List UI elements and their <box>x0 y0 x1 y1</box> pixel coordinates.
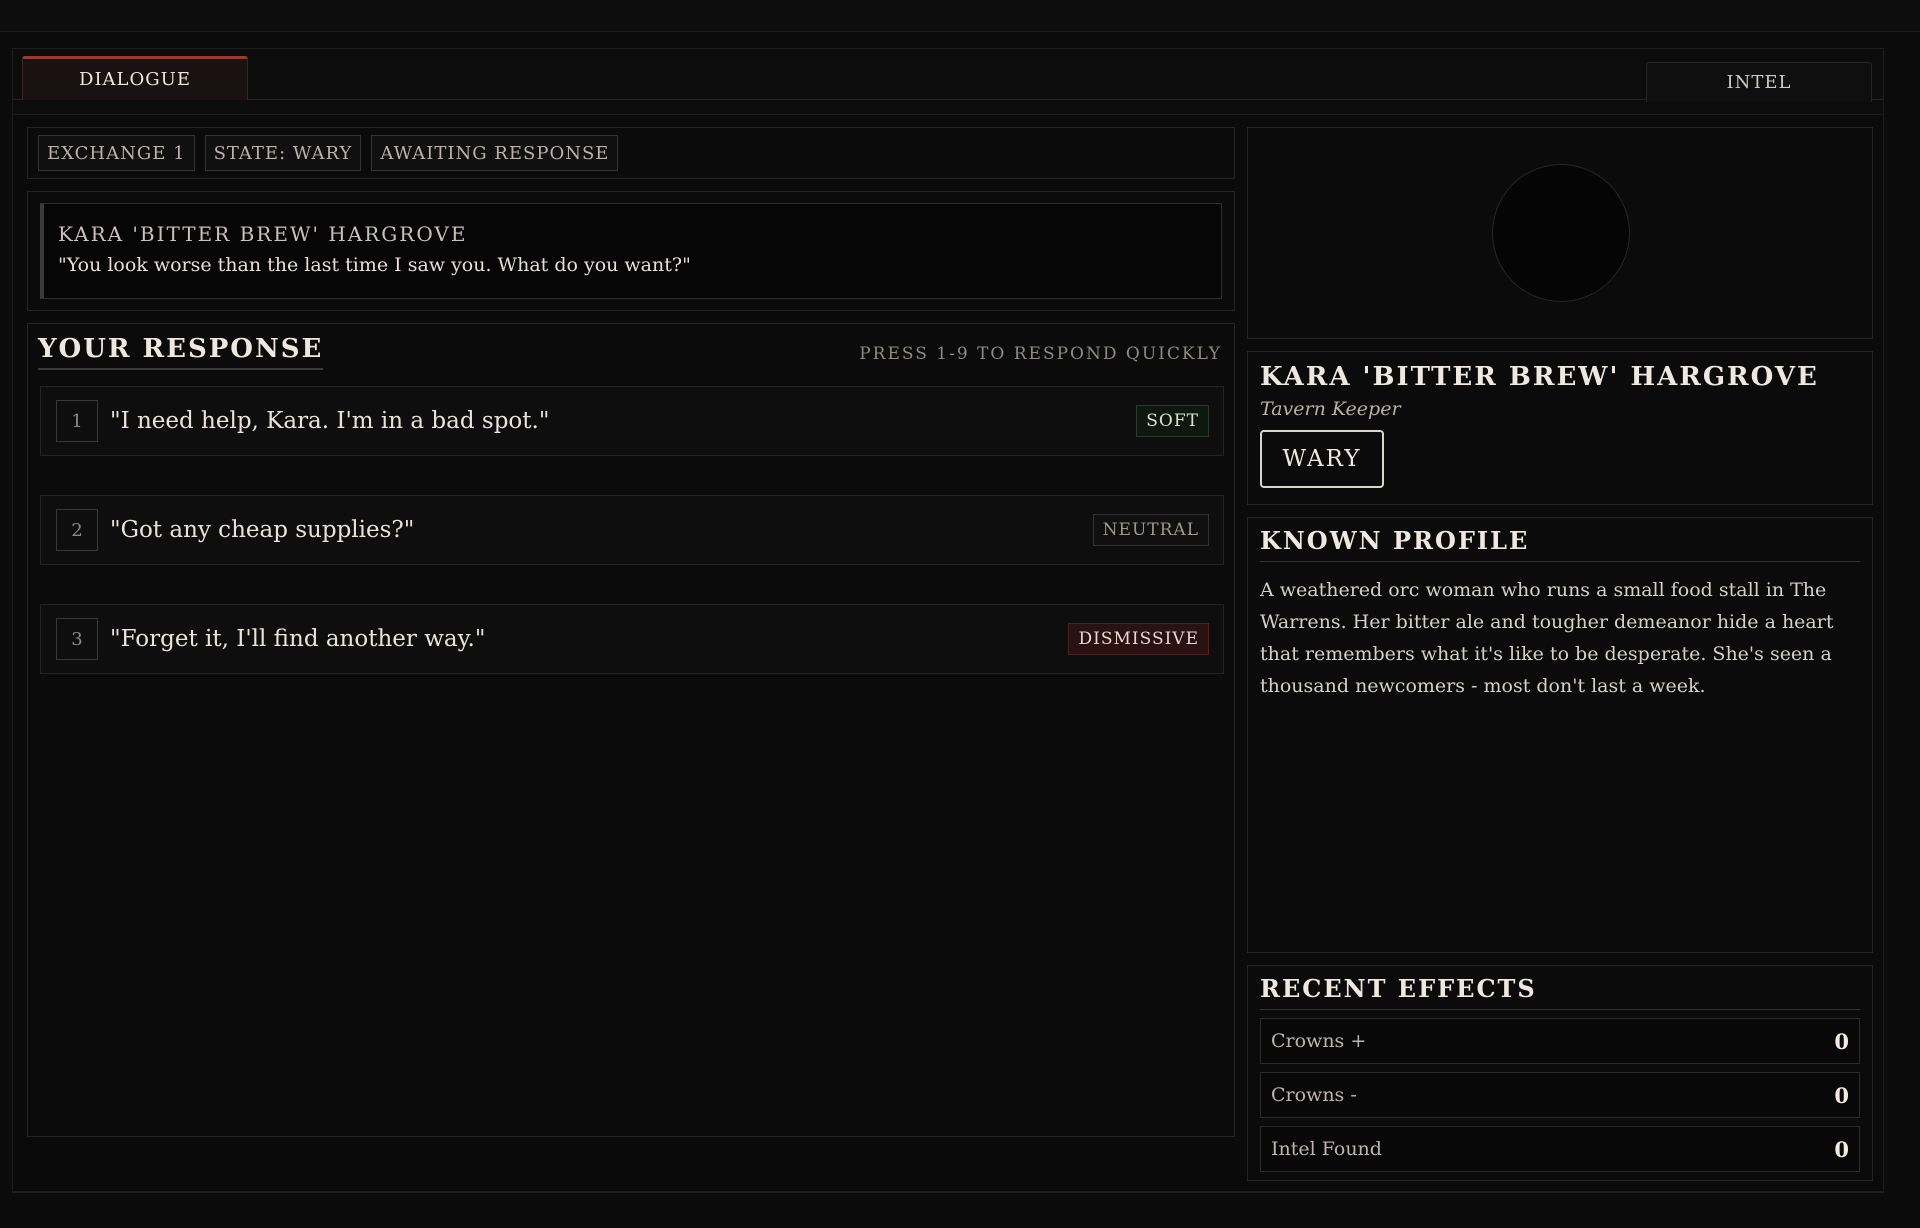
response-title: YOUR RESPONSE <box>38 334 324 370</box>
speaker-name: KARA 'BITTER BREW' HARGROVE <box>58 222 468 246</box>
recent-effects-panel: RECENT EFFECTS Crowns + 0 Crowns - 0 Int… <box>1247 965 1873 1181</box>
effect-value: 0 <box>1834 1082 1849 1108</box>
effect-value: 0 <box>1834 1136 1849 1162</box>
effect-label: Crowns + <box>1271 1030 1367 1052</box>
tone-badge-dismissive: DISMISSIVE <box>1068 623 1209 655</box>
option-number: 2 <box>56 509 98 551</box>
exchange-chip: EXCHANGE 1 <box>38 135 195 171</box>
speech-box: KARA 'BITTER BREW' HARGROVE "You look wo… <box>40 203 1222 299</box>
dialogue-column: EXCHANGE 1 STATE: WARY AWAITING RESPONSE… <box>27 127 1235 1151</box>
effect-label: Crowns - <box>1271 1084 1357 1106</box>
response-panel: YOUR RESPONSE PRESS 1-9 TO RESPOND QUICK… <box>27 323 1235 1137</box>
profile-title: KNOWN PROFILE <box>1260 526 1860 562</box>
awaiting-chip: AWAITING RESPONSE <box>371 135 619 171</box>
tab-dialogue[interactable]: DIALOGUE <box>22 56 248 100</box>
effect-row-intel-found: Intel Found 0 <box>1260 1126 1860 1172</box>
content-area: EXCHANGE 1 STATE: WARY AWAITING RESPONSE… <box>12 114 1884 1192</box>
character-role: Tavern Keeper <box>1260 398 1401 420</box>
response-option-2[interactable]: 2 "Got any cheap supplies?" NEUTRAL <box>40 495 1224 565</box>
response-option-1[interactable]: 1 "I need help, Kara. I'm in a bad spot.… <box>40 386 1224 456</box>
state-chip: STATE: WARY <box>204 135 362 171</box>
response-option-3[interactable]: 3 "Forget it, I'll find another way." DI… <box>40 604 1224 674</box>
character-column: KARA 'BITTER BREW' HARGROVE Tavern Keepe… <box>1247 127 1873 1181</box>
npc-speech-panel: KARA 'BITTER BREW' HARGROVE "You look wo… <box>27 191 1235 311</box>
status-bar: EXCHANGE 1 STATE: WARY AWAITING RESPONSE <box>27 127 1235 179</box>
tab-strip: DIALOGUE INTEL <box>12 48 1884 102</box>
quick-respond-hint: PRESS 1-9 TO RESPOND QUICKLY <box>859 344 1222 364</box>
character-name: KARA 'BITTER BREW' HARGROVE <box>1260 362 1819 392</box>
tone-badge-soft: SOFT <box>1136 405 1209 437</box>
effect-value: 0 <box>1834 1028 1849 1054</box>
effect-row-crowns-lost: Crowns - 0 <box>1260 1072 1860 1118</box>
character-portrait <box>1492 164 1630 302</box>
effects-title: RECENT EFFECTS <box>1260 974 1860 1010</box>
character-info-panel: KARA 'BITTER BREW' HARGROVE Tavern Keepe… <box>1247 351 1873 505</box>
option-text: "I need help, Kara. I'm in a bad spot." <box>110 408 550 434</box>
option-number: 1 <box>56 400 98 442</box>
effect-row-crowns-gained: Crowns + 0 <box>1260 1018 1860 1064</box>
speech-text: "You look worse than the last time I saw… <box>58 254 691 276</box>
option-number: 3 <box>56 618 98 660</box>
option-text: "Got any cheap supplies?" <box>110 517 415 543</box>
effect-label: Intel Found <box>1271 1138 1382 1160</box>
known-profile-panel: KNOWN PROFILE A weathered orc woman who … <box>1247 517 1873 953</box>
tone-badge-neutral: NEUTRAL <box>1092 514 1209 546</box>
tab-intel[interactable]: INTEL <box>1646 62 1872 102</box>
portrait-panel <box>1247 127 1873 339</box>
option-text: "Forget it, I'll find another way." <box>110 626 486 652</box>
profile-description: A weathered orc woman who runs a small f… <box>1260 579 1834 697</box>
mood-badge: WARY <box>1260 430 1384 488</box>
top-bar <box>0 0 1920 32</box>
